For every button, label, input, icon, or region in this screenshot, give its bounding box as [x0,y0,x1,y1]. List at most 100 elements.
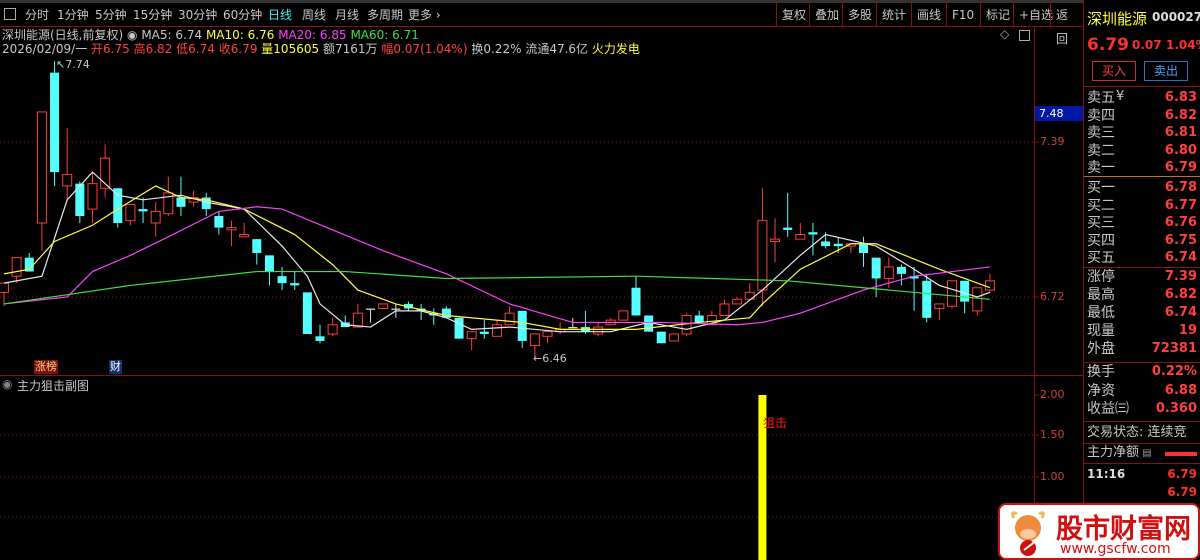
candle-body [11,257,22,277]
candle-body [568,327,578,329]
quote-row: 买一 6.78 [1087,179,1197,197]
candle-body [808,232,818,235]
quote-row: 现量 19 [1087,322,1197,340]
quote-row: 外盘 72381 [1087,340,1197,358]
candle-body [972,287,983,312]
candle-body [352,312,363,328]
candle-body [694,315,704,323]
tag-zhangbang[interactable]: 涨榜 [34,360,58,374]
candle-body [176,197,186,207]
candle-body [264,255,274,272]
candle-body [795,234,806,240]
row-label: 净资 [1087,382,1115,399]
quote-row: 买五 6.74 [1087,249,1197,267]
sub-dropdown-icon[interactable]: ◉ [2,377,12,391]
row-label: 买一 [1087,180,1115,196]
ma-line-ma20 [3,206,990,326]
sell-button[interactable]: 卖出 [1144,61,1188,81]
axis-label: 7.39 [1040,135,1065,148]
axis-label: 1.00 [1040,470,1065,483]
quote-row: 卖四 6.82 [1087,107,1197,125]
candle-body [327,324,338,335]
candle-body [366,308,376,310]
candle-body [0,282,9,293]
row-value: 72381 [1151,341,1197,356]
ma-line-ma10 [3,185,991,330]
quote-row: 最低 6.74 [1087,304,1197,322]
menu-icon[interactable]: ▤ [1139,448,1151,459]
candle-body [504,312,515,326]
sub-chart-title: 主力狙击副图 [17,379,90,393]
stock-code: 000027 [1152,10,1200,24]
quote-row: 最高 6.82 [1087,286,1197,304]
candle-body [719,303,730,316]
row-value: 6.88 [1164,382,1197,398]
candle-body [732,298,743,305]
row-label: 买三 [1087,215,1115,231]
divider [0,375,1084,376]
candle-body [252,239,262,254]
row-value: 6.83 [1164,90,1197,105]
candle-body [113,188,123,223]
price-change-pct: 1.04% [1166,38,1200,52]
candle-body [302,292,312,334]
row-label: 最低 [1087,305,1115,321]
quote-row: 收益㈢ 0.360 [1087,400,1197,418]
row-value: 6.79 [1164,160,1197,175]
tag-finance[interactable]: 财 [109,360,122,374]
candle-body [62,173,73,187]
row-value: 6.74 [1164,305,1197,320]
candle-body [960,280,970,302]
candle-body [150,210,161,224]
quote-row: 涨停 7.39 [1087,268,1197,286]
yen-icon: ¥ [1116,89,1125,104]
row-label: 现量 [1087,323,1115,339]
candle-body [36,111,47,224]
candle-body [226,227,237,231]
quote-row: 换手 0.22% [1087,363,1197,381]
candle-body [138,209,148,212]
trade-status: 交易状态: 连续竞 [1087,425,1187,440]
candle-body [239,234,250,238]
candle-body [277,276,287,284]
candle-body [947,280,957,307]
row-label: 换手 [1087,364,1115,380]
candle-body [593,326,604,335]
buy-button[interactable]: 买入 [1092,61,1136,81]
candle-body [883,266,894,279]
candle-body [542,331,553,337]
row-value: 6.82 [1164,107,1197,123]
quote-row: 卖一 6.79 [1087,159,1197,177]
axis-label: 6.72 [1040,290,1065,303]
candle-body [491,324,502,337]
candle-body [770,238,781,242]
axis-label: 2.00 [1040,388,1065,401]
tick-price: 6.79 [1167,467,1197,481]
stock-name: 深圳能源 [1087,10,1148,28]
axis-label: 1.50 [1040,428,1065,441]
candle-body [391,308,401,310]
candle-body [479,331,489,334]
candle-body [984,280,995,291]
row-label: 卖三 [1087,125,1115,141]
row-label: 卖二 [1087,142,1115,159]
watermark-logo: 股市财富网 www.gscfw.com [998,503,1200,560]
quote-row: 买四 6.75 [1087,232,1197,250]
row-value: 6.80 [1164,142,1197,158]
row-value: 6.82 [1164,287,1197,302]
row-value: 6.75 [1164,232,1197,248]
row-value: 6.77 [1164,197,1197,213]
net-flow[interactable]: 主力净额 ▤ [1087,444,1197,462]
net-flow-bar [1165,452,1197,456]
tick-time: 11:16 [1087,467,1126,481]
row-label: 外盘 [1087,341,1115,357]
row-value: 0.22% [1151,364,1197,379]
row-label: 最高 [1087,287,1115,303]
quote-row: 卖三 6.81 [1087,124,1197,142]
signal-label: 狙击 [763,416,788,430]
candle-body [75,183,85,217]
candle-body [859,243,869,254]
bull-mascot-icon [1011,511,1045,556]
kline-chart[interactable] [0,0,1084,560]
candle-body [896,266,906,274]
